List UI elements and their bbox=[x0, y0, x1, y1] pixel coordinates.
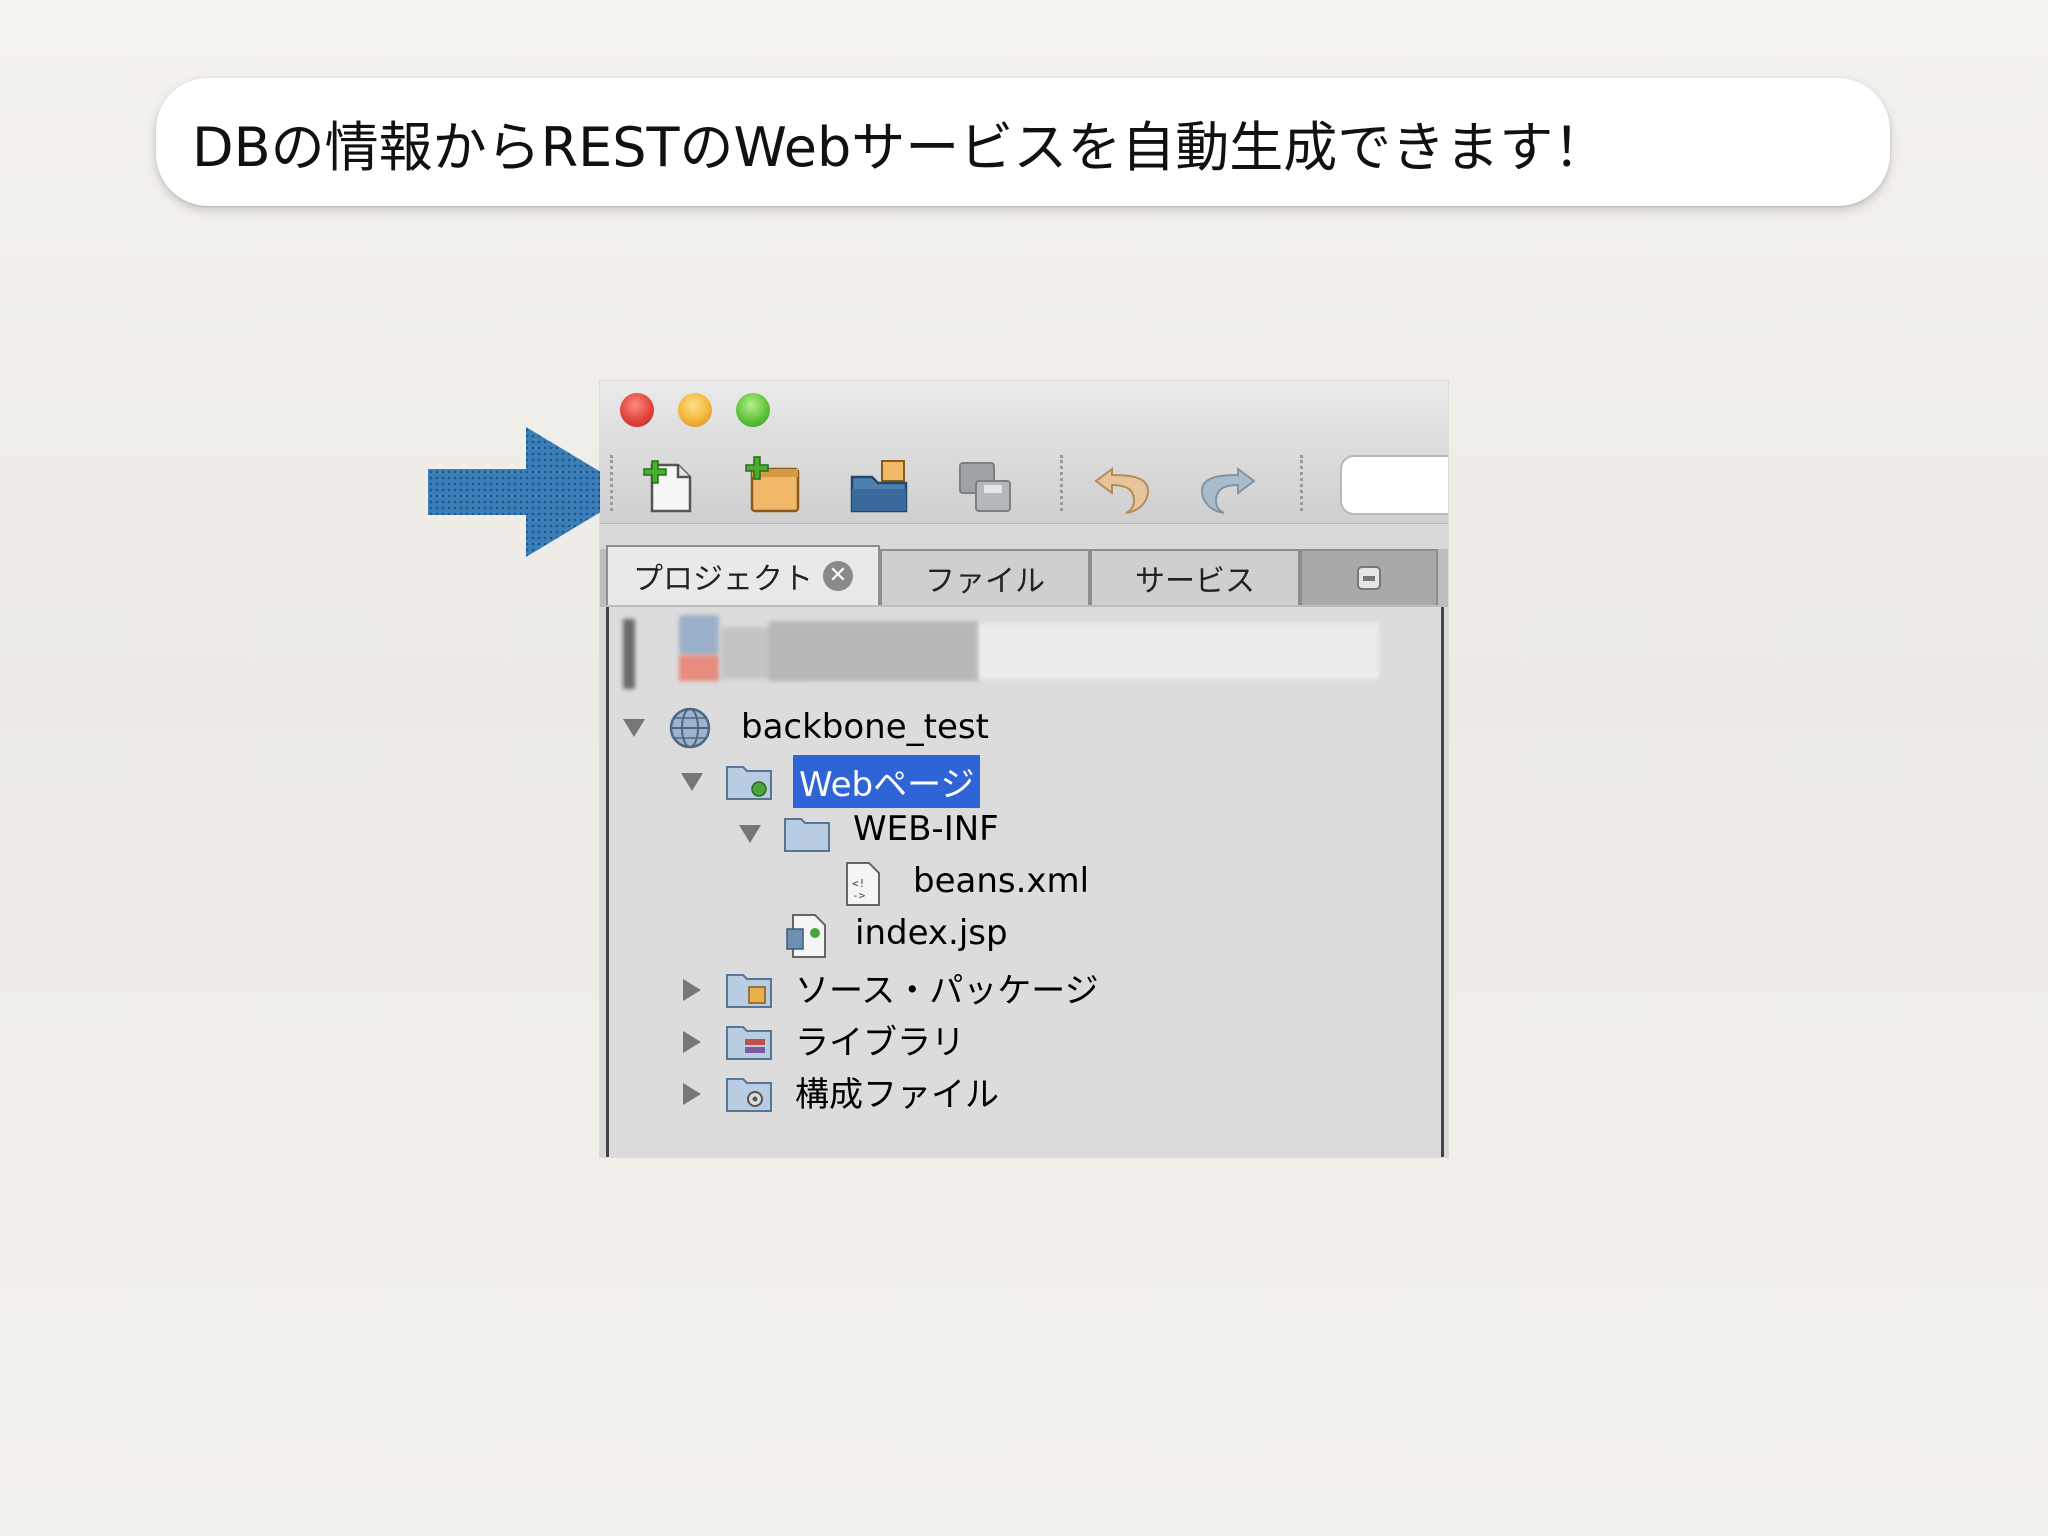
redacted-content bbox=[679, 655, 719, 681]
tree-item-project[interactable]: backbone_test bbox=[741, 707, 989, 747]
tree-item-libraries[interactable]: ライブラリ bbox=[795, 1015, 965, 1064]
source-packages-folder-icon bbox=[726, 974, 772, 1008]
redacted-content bbox=[769, 621, 979, 681]
expand-toggle[interactable] bbox=[683, 1083, 701, 1105]
tree-item-config-files[interactable]: 構成ファイル bbox=[795, 1067, 999, 1116]
config-files-folder-icon bbox=[726, 1078, 772, 1112]
new-project-icon[interactable] bbox=[742, 455, 806, 519]
svg-text:->: -> bbox=[852, 889, 866, 902]
zoom-window-button[interactable] bbox=[736, 393, 770, 427]
tab-projects-label: プロジェクト bbox=[633, 562, 813, 597]
close-window-button[interactable] bbox=[620, 393, 654, 427]
redacted-content bbox=[623, 619, 635, 689]
undo-icon[interactable] bbox=[1090, 455, 1154, 519]
tree-item-index-jsp[interactable]: index.jsp bbox=[855, 913, 1008, 953]
expand-toggle[interactable] bbox=[683, 1031, 701, 1053]
tree-item-web-pages[interactable]: Webページ bbox=[793, 755, 981, 808]
expand-toggle[interactable] bbox=[681, 773, 703, 791]
web-project-globe-icon bbox=[669, 707, 711, 749]
new-file-icon[interactable] bbox=[638, 455, 702, 519]
expand-toggle[interactable] bbox=[623, 719, 645, 737]
maximize-panel-button[interactable] bbox=[1300, 549, 1438, 605]
folder-icon bbox=[784, 818, 830, 852]
title-bar bbox=[600, 381, 1448, 441]
project-tree: backbone_test Webページ WEB-INF <! -> beans… bbox=[606, 607, 1444, 1157]
open-project-icon[interactable] bbox=[848, 455, 912, 519]
web-pages-folder-icon bbox=[726, 766, 772, 800]
tab-files-label: ファイル bbox=[925, 564, 1045, 599]
tree-item-web-inf[interactable]: WEB-INF bbox=[853, 809, 999, 849]
redacted-content bbox=[679, 615, 719, 655]
callout-text: DBの情報からRESTのWebサービスを自動生成できます！ bbox=[192, 115, 1608, 179]
panel-tab-bar: プロジェクト ✕ ファイル サービス bbox=[600, 545, 1448, 607]
tab-services[interactable]: サービス bbox=[1090, 549, 1300, 605]
tree-item-beans-xml[interactable]: beans.xml bbox=[913, 861, 1089, 901]
tree-item-source-packages[interactable]: ソース・パッケージ bbox=[795, 963, 1099, 1012]
xml-file-icon: <! -> bbox=[846, 862, 880, 906]
callout-banner: DBの情報からRESTのWebサービスを自動生成できます！ bbox=[156, 78, 1890, 206]
tab-projects[interactable]: プロジェクト ✕ bbox=[606, 545, 880, 605]
toolbar-separator bbox=[1060, 455, 1063, 511]
toolbar-separator bbox=[610, 455, 613, 511]
search-input[interactable] bbox=[1340, 455, 1448, 515]
maximize-icon bbox=[1357, 566, 1381, 590]
ide-window: プロジェクト ✕ ファイル サービス backbone_test Webページ … bbox=[600, 381, 1448, 1157]
save-all-icon[interactable] bbox=[954, 455, 1018, 519]
expand-toggle[interactable] bbox=[683, 979, 701, 1001]
toolbar-separator bbox=[1300, 455, 1303, 511]
libraries-folder-icon bbox=[726, 1026, 772, 1060]
redacted-content bbox=[979, 623, 1379, 679]
expand-toggle[interactable] bbox=[739, 825, 761, 843]
tab-services-label: サービス bbox=[1135, 564, 1255, 599]
minimize-window-button[interactable] bbox=[678, 393, 712, 427]
close-icon[interactable]: ✕ bbox=[823, 561, 853, 591]
redo-icon[interactable] bbox=[1196, 455, 1260, 519]
tab-files[interactable]: ファイル bbox=[880, 549, 1090, 605]
toolbar bbox=[600, 441, 1448, 524]
jsp-file-icon bbox=[786, 914, 826, 958]
